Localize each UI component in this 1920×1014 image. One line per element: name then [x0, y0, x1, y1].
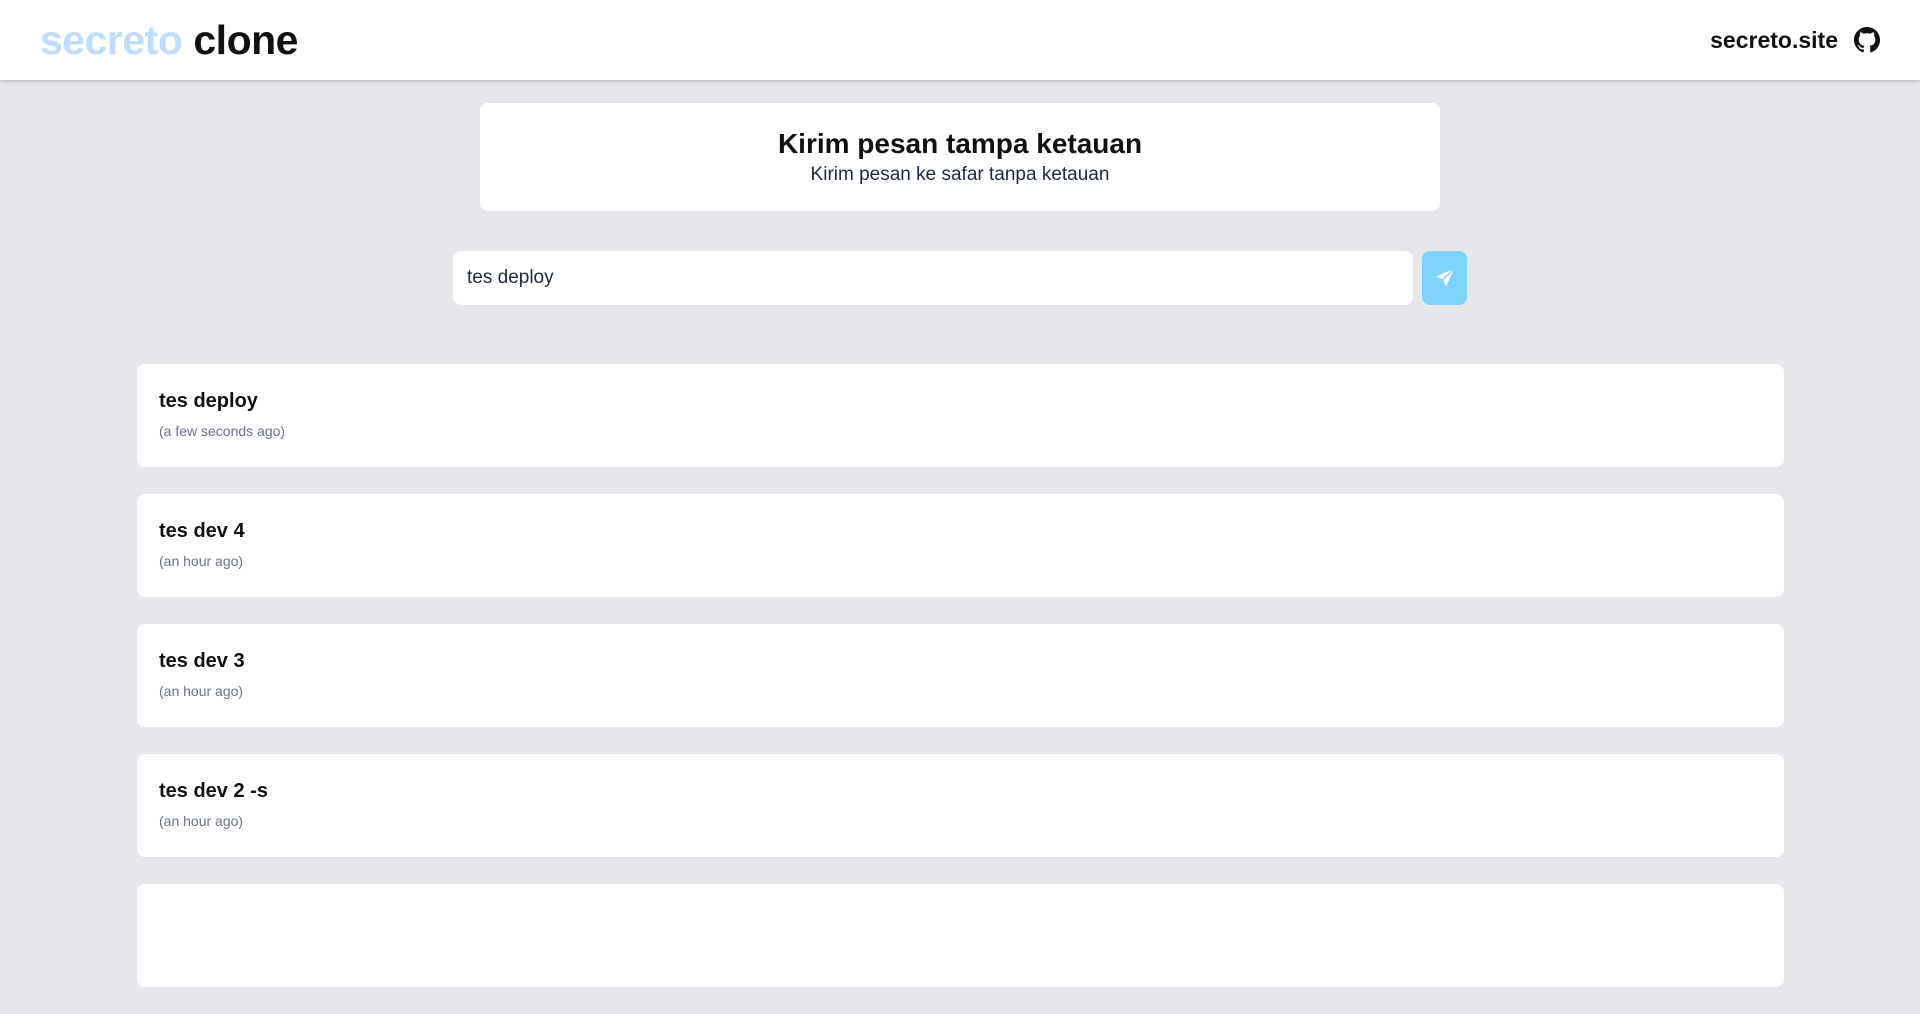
message-text: tes dev 3	[159, 650, 245, 672]
message-list: tes deploy (a few seconds ago) tes dev 4…	[137, 364, 1784, 1014]
message-card: tes dev 4 (an hour ago)	[137, 494, 1784, 597]
message-text: tes dev 2 -s	[159, 780, 268, 802]
page-title: Kirim pesan tampa ketauan	[777, 128, 1143, 159]
site-link[interactable]: secreto.site	[1710, 27, 1838, 54]
message-timestamp: (an hour ago)	[159, 683, 244, 699]
navbar: secreto clone secreto.site	[0, 0, 1920, 80]
message-timestamp: (a few seconds ago)	[159, 423, 286, 439]
send-button[interactable]	[1422, 251, 1467, 305]
github-icon-glyph	[1854, 27, 1880, 53]
message-composer	[453, 251, 1467, 305]
message-card: tes deploy (a few seconds ago)	[137, 364, 1784, 467]
page-subtitle: Kirim pesan ke safar tanpa ketauan	[810, 164, 1110, 185]
brand-logo[interactable]: secreto clone	[40, 17, 298, 64]
brand-main-text: clone	[193, 16, 298, 63]
message-text: tes deploy	[159, 390, 258, 412]
message-timestamp: (an hour ago)	[159, 813, 244, 829]
message-card	[137, 884, 1784, 987]
message-text: tes dev 4	[159, 520, 245, 542]
send-icon	[1435, 268, 1455, 287]
github-icon[interactable]	[1854, 27, 1880, 53]
message-card: tes dev 2 -s (an hour ago)	[137, 754, 1784, 857]
nav-right: secreto.site	[1710, 27, 1880, 54]
message-card: tes dev 3 (an hour ago)	[137, 624, 1784, 727]
header-card: Kirim pesan tampa ketauan Kirim pesan ke…	[480, 103, 1440, 211]
message-input[interactable]	[453, 251, 1413, 305]
brand-accent-text: secreto	[40, 16, 183, 63]
message-timestamp: (an hour ago)	[159, 553, 244, 569]
